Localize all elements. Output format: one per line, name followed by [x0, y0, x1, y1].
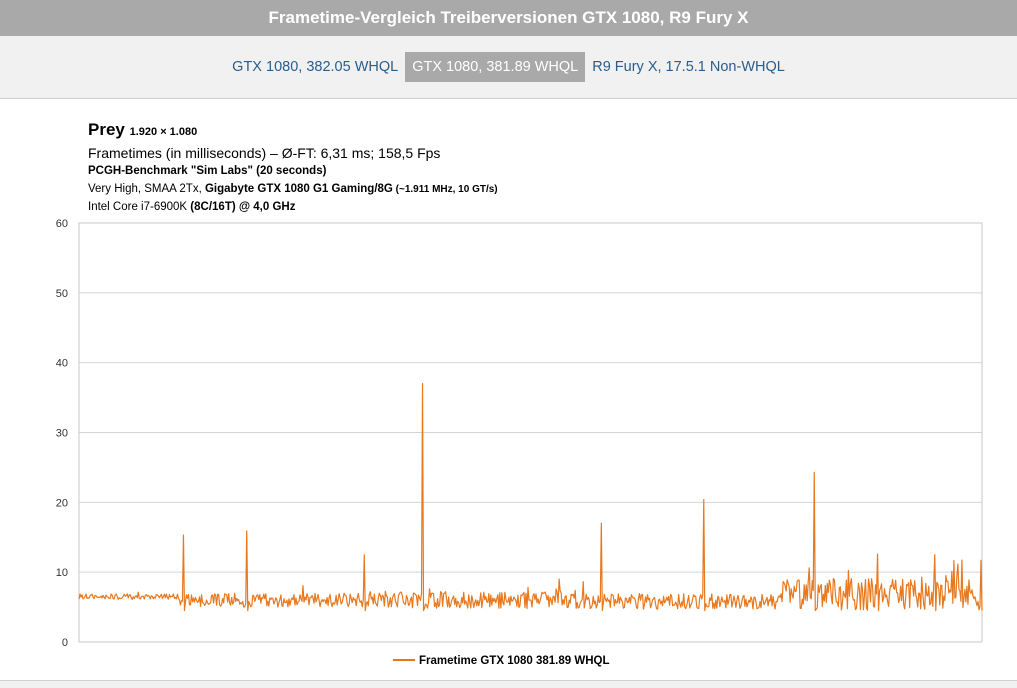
legend-label: Frametime GTX 1080 381.89 WHQL — [419, 655, 609, 667]
series-line-frametime — [78, 383, 983, 612]
y-tick-label-30: 30 — [56, 428, 68, 440]
legend: Frametime GTX 1080 381.89 WHQL — [393, 655, 609, 667]
y-tick-label-20: 20 — [56, 497, 68, 509]
y-axis-ticks: 0 10 20 30 40 50 60 — [56, 218, 68, 649]
chart-grid — [79, 222, 982, 573]
y-tick-label-40: 40 — [56, 358, 68, 370]
y-tick-label-10: 10 — [56, 567, 68, 579]
y-tick-label-0: 0 — [62, 637, 68, 649]
y-tick-label-50: 50 — [56, 288, 68, 300]
frametime-chart: 0 10 20 30 40 50 60 Frametime GTX 1080 381.89 … — [56, 218, 983, 667]
y-tick-label-60: 60 — [56, 218, 68, 230]
